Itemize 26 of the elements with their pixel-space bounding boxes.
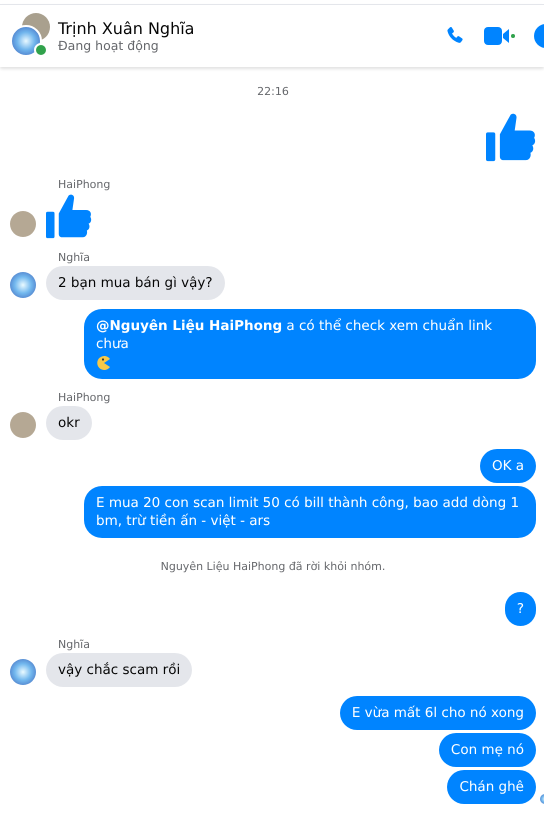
sender-name: HaiPhong	[58, 178, 112, 191]
message-bubble: vậy chắc scam rồi	[46, 653, 192, 687]
sender-name: Nghĩa	[58, 638, 91, 651]
active-status: Đang hoạt động	[58, 38, 160, 53]
message-bubble: OK a	[480, 449, 536, 483]
message-bubble: Chán ghê	[447, 770, 536, 804]
message-bubble: @Nguyên Liệu HaiPhong a có thể check xem chuẩn link chưa	[84, 309, 536, 379]
message-bubble: ?	[504, 592, 536, 626]
message-bubble: E mua 20 con scan limit 50 có bill thành công, bao add dòng 1 bm, trừ tiền ấn - việt - ars	[84, 486, 536, 538]
avatar-photo	[10, 412, 36, 438]
message-bubble: 2 bạn mua bán gì vậy?	[46, 266, 225, 300]
sender-name: HaiPhong	[58, 391, 112, 404]
sender-name: Nghĩa	[58, 251, 91, 264]
message-bubble: Con mẹ nó	[438, 733, 536, 767]
message-bubble: E vừa mất 6l cho nó xong	[340, 696, 536, 730]
avatar	[10, 659, 36, 685]
message-bubble: okr	[46, 406, 92, 440]
video-camera-icon[interactable]	[484, 25, 516, 47]
thumbs-up-icon	[486, 112, 536, 162]
avatar-photo	[10, 211, 36, 237]
system-notice: Nguyên Liệu HaiPhong đã rời khỏi nhóm.	[160, 560, 386, 573]
chat-title: Trịnh Xuân Nghĩa	[58, 19, 196, 38]
avatar	[10, 272, 36, 298]
thumbs-up-icon	[46, 193, 92, 239]
timestamp: 22:16	[257, 85, 289, 98]
pacman-emoji-icon	[96, 355, 112, 371]
